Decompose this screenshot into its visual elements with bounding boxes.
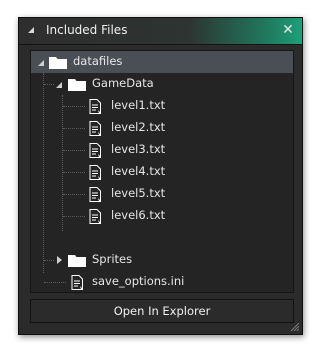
tree-item-label: GameData — [92, 76, 154, 90]
open-in-explorer-button[interactable]: Open In Explorer — [30, 299, 294, 323]
included-files-window: Included Files ✕ datafiles GameData leve… — [18, 17, 303, 335]
tree-item-file[interactable]: level3.txt — [31, 139, 293, 161]
tree-item-label: level5.txt — [111, 186, 166, 200]
folder-icon — [49, 57, 67, 69]
collapse-triangle-icon[interactable] — [28, 27, 34, 33]
tree-item-file[interactable]: level5.txt — [31, 183, 293, 205]
window-title: Included Files — [46, 23, 128, 37]
tree-item-label: level3.txt — [111, 142, 166, 156]
title-bar[interactable]: Included Files ✕ — [19, 18, 302, 45]
file-icon — [89, 99, 101, 114]
tree-item-file[interactable]: level1.txt — [31, 95, 293, 117]
tree-item-label: datafiles — [73, 54, 123, 68]
file-icon — [89, 143, 101, 158]
resize-grip-icon[interactable] — [291, 323, 299, 331]
tree-item-label: level6.txt — [111, 208, 166, 222]
file-icon — [89, 187, 101, 202]
tree-item-save-options[interactable]: save_options.ini — [31, 271, 293, 292]
file-tree[interactable]: datafiles GameData level1.txt level2.txt… — [30, 50, 294, 293]
tree-item-file[interactable]: level4.txt — [31, 161, 293, 183]
file-icon — [89, 121, 101, 136]
tree-item-label: Sprites — [92, 252, 133, 266]
tree-item-file[interactable]: level2.txt — [31, 117, 293, 139]
tree-item-datafiles[interactable]: datafiles — [31, 51, 293, 73]
close-button[interactable]: ✕ — [280, 22, 296, 38]
tree-item-label: level4.txt — [111, 164, 166, 178]
file-icon — [71, 275, 83, 290]
tree-item-label: level2.txt — [111, 120, 166, 134]
expand-triangle-icon[interactable] — [57, 256, 62, 264]
tree-item-label: save_options.ini — [92, 274, 185, 288]
file-icon — [89, 209, 101, 224]
tree-item-label: level1.txt — [111, 98, 166, 112]
tree-item-gamedata[interactable]: GameData — [31, 73, 293, 95]
folder-icon — [68, 79, 86, 91]
expand-triangle-icon[interactable] — [38, 60, 44, 66]
folder-icon — [68, 255, 86, 267]
tree-item-file[interactable]: level6.txt — [31, 205, 293, 227]
file-icon — [89, 165, 101, 180]
tree-item-sprites[interactable]: Sprites — [31, 249, 293, 271]
expand-triangle-icon[interactable] — [56, 82, 62, 88]
